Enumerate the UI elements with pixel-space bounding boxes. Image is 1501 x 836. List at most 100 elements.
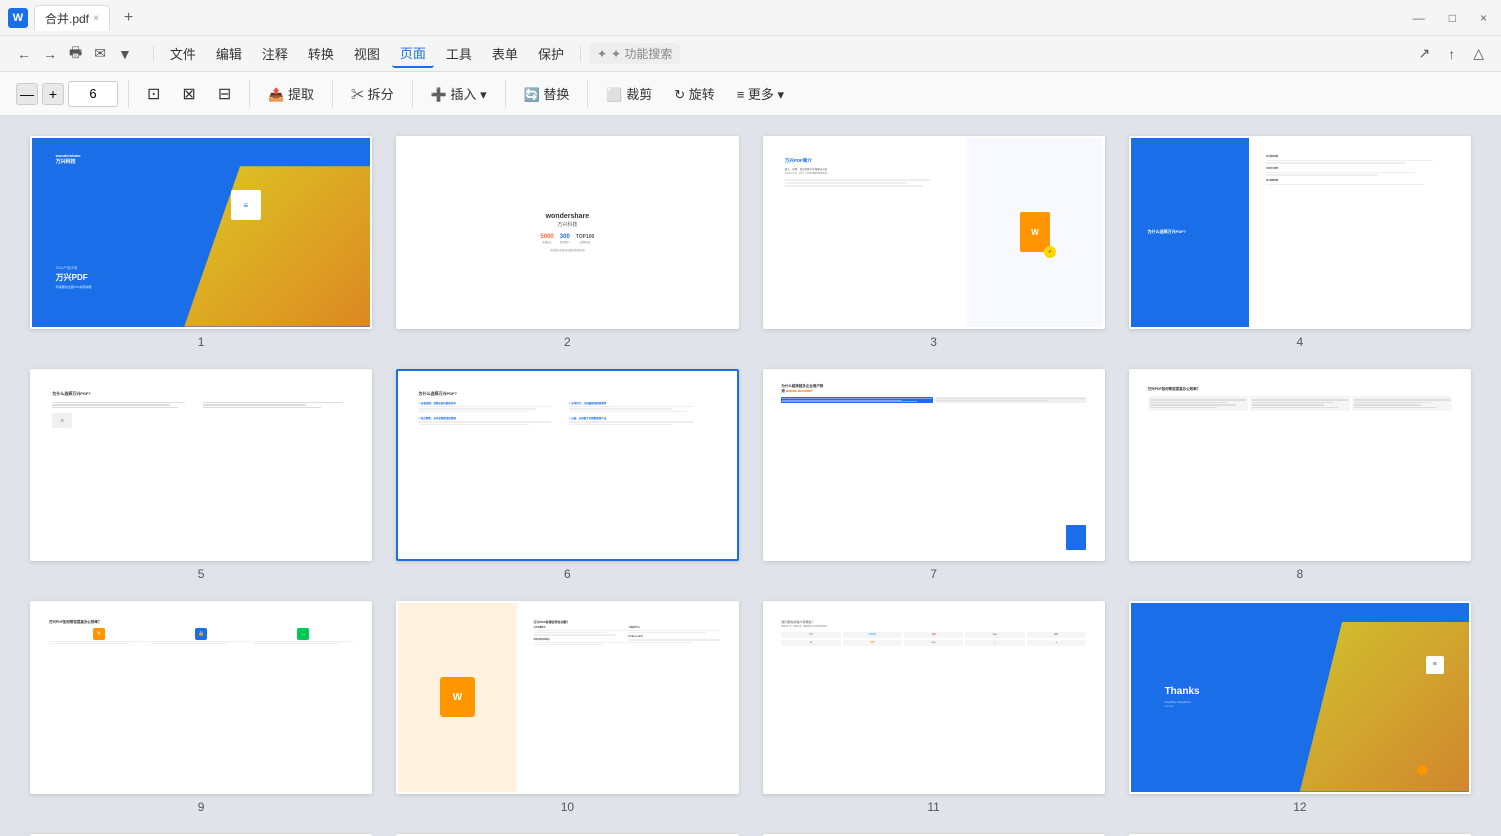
maximize-btn[interactable]: □ — [1443, 9, 1462, 27]
menu-bar: ← → 🖶 ✉ ▼ 文件 编辑 注释 转换 视图 页面 工具 表单 保护 ✦ ✦… — [0, 36, 1501, 72]
menu-edit[interactable]: 编辑 — [208, 40, 250, 67]
slide-6-content: 为什么选择万兴PDF? ✓ 安装快捷，流畅全面功能更多样 ✓ 支持护行，文档编辑… — [398, 371, 736, 560]
slide-3-content: 万兴PDF简介 强大、易用、真实的数字文档解决方案 专业PDF工具，让每一个文档… — [765, 138, 1103, 327]
title-bar-right: — □ × — [1407, 9, 1493, 27]
page-item-6[interactable]: 为什么选择万兴PDF? ✓ 安装快捷，流畅全面功能更多样 ✓ 支持护行，文档编辑… — [396, 369, 738, 582]
page-thumb-8[interactable]: 万兴PDF如何帮您提高办公效率？ — [1129, 369, 1471, 562]
page-item-10[interactable]: W 万兴PDF有哪些特色功能？ 文档流量优化 — [396, 601, 738, 814]
page-number-input[interactable] — [68, 81, 118, 107]
page-plus-btn[interactable]: + — [42, 83, 64, 105]
menu-tools[interactable]: 工具 — [438, 40, 480, 67]
menu-view[interactable]: 视图 — [346, 40, 388, 67]
menu-left-icons: ← → 🖶 ✉ ▼ — [12, 39, 137, 69]
menu-form[interactable]: 表单 — [484, 40, 526, 67]
title-bar-left: W 合并.pdf × + — [8, 5, 1407, 31]
split-btn[interactable]: ✂ 拆分 — [343, 81, 402, 106]
replace-btn[interactable]: 🔄 替换 — [516, 81, 578, 106]
page-thumb-12[interactable]: Thanks Goodbye Shepherd sbn.com ≡ — [1129, 601, 1471, 794]
page-minus-btn[interactable]: — — [16, 83, 38, 105]
cloud-btn[interactable]: △ — [1468, 42, 1489, 65]
page-item-12[interactable]: Thanks Goodbye Shepherd sbn.com ≡ 12 — [1129, 601, 1471, 814]
new-tab-btn[interactable]: + — [116, 5, 141, 31]
app-icon: W — [8, 8, 28, 28]
close-btn[interactable]: × — [1474, 9, 1493, 27]
page-item-2[interactable]: wondershare 万兴科技 5000全球员工 300百万用户 TOP100… — [396, 136, 738, 349]
minimize-btn[interactable]: — — [1407, 9, 1431, 27]
page-num-1: 1 — [198, 335, 205, 349]
menu-protect[interactable]: 保护 — [530, 40, 572, 67]
page-thumb-10[interactable]: W 万兴PDF有哪些特色功能？ 文档流量优化 — [396, 601, 738, 794]
extract-icon: ⊠ — [182, 84, 195, 104]
mail-btn[interactable]: ✉ — [89, 42, 111, 65]
page-item-3[interactable]: 万兴PDF简介 强大、易用、真实的数字文档解决方案 专业PDF工具，让每一个文档… — [763, 136, 1105, 349]
print-btn[interactable]: 🖶 — [64, 39, 87, 69]
func-search-label: ✦ 功能搜索 — [611, 45, 672, 62]
undo-btn[interactable]: ← — [12, 43, 36, 65]
page-thumb-2[interactable]: wondershare 万兴科技 5000全球员工 300百万用户 TOP100… — [396, 136, 738, 329]
extract-btn[interactable]: 📤 提取 — [260, 81, 322, 106]
menu-annotate[interactable]: 注释 — [254, 40, 296, 67]
upload-btn[interactable]: ↑ — [1443, 43, 1460, 65]
share-btn[interactable]: ↗ — [1413, 42, 1435, 65]
slide1-illus: ≡ — [184, 166, 370, 326]
slide-8-content: 万兴PDF如何帮您提高办公效率？ — [1131, 371, 1469, 560]
page-item-5[interactable]: 为什么选择万兴PDF? ≡ 5 — [30, 369, 372, 582]
insert-label: ➕ 插入 ▾ — [431, 84, 487, 103]
page-num-9: 9 — [198, 800, 205, 814]
page-thumb-11[interactable]: 我们服务的客户有哪些？ 覆盖多行业，领域企业，帮助更多企业实现高效协作 华为 中… — [763, 601, 1105, 794]
title-bar: W 合并.pdf × + — □ × — [0, 0, 1501, 36]
slide-11-content: 我们服务的客户有哪些？ 覆盖多行业，领域企业，帮助更多企业实现高效协作 华为 中… — [765, 603, 1103, 792]
split-label: ✂ 拆分 — [351, 84, 394, 103]
page-thumb-7[interactable]: 为什么越来越多企业用户移用 Adobe Acrobat? — [763, 369, 1105, 562]
toolbar-divider-4 — [412, 80, 413, 108]
delete-page-btn[interactable]: ⊟ — [210, 81, 239, 107]
slide-9-content: 万兴PDF如何帮您提高办公效率？ ✎ 🔒 — [32, 603, 370, 792]
tab-close-btn[interactable]: × — [93, 13, 99, 24]
pdf-tab[interactable]: 合并.pdf × — [34, 5, 110, 31]
rotate-label: ↻ 旋转 — [674, 84, 715, 103]
page-item-1[interactable]: wondershare万兴科技 2021产品手册 万兴PDF 你需要的全面PDF… — [30, 136, 372, 349]
page-thumb-5[interactable]: 为什么选择万兴PDF? ≡ — [30, 369, 372, 562]
page-thumb-4[interactable]: 为什么选择万兴PDF? 完全兼容功能 企业安全管理 安全保密功能 — [1129, 136, 1471, 329]
menu-page[interactable]: 页面 — [392, 39, 434, 68]
page-item-9[interactable]: 万兴PDF如何帮您提高办公效率？ ✎ 🔒 — [30, 601, 372, 814]
toolbar: — + ⊡ ⊠ ⊟ 📤 提取 ✂ 拆分 ➕ 插入 ▾ 🔄 替换 ⬜ 裁剪 ↻ 旋… — [0, 72, 1501, 116]
dropdown-btn[interactable]: ▼ — [113, 43, 137, 65]
page-item-7[interactable]: 为什么越来越多企业用户移用 Adobe Acrobat? — [763, 369, 1105, 582]
page-num-4: 4 — [1297, 335, 1304, 349]
page-nav: — + — [16, 81, 118, 107]
page-thumb-3[interactable]: 万兴PDF简介 强大、易用、真实的数字文档解决方案 专业PDF工具，让每一个文档… — [763, 136, 1105, 329]
menu-file[interactable]: 文件 — [162, 40, 204, 67]
page-num-7: 7 — [930, 567, 937, 581]
insert-page-btn[interactable]: ⊡ — [139, 81, 168, 107]
toolbar-divider-5 — [505, 80, 506, 108]
page-thumb-6[interactable]: 为什么选择万兴PDF? ✓ 安装快捷，流畅全面功能更多样 ✓ 支持护行，文档编辑… — [396, 369, 738, 562]
slide-1-content: wondershare万兴科技 2021产品手册 万兴PDF 你需要的全面PDF… — [32, 138, 370, 327]
page-thumb-9[interactable]: 万兴PDF如何帮您提高办公效率？ ✎ 🔒 — [30, 601, 372, 794]
page-num-8: 8 — [1297, 567, 1304, 581]
page-item-8[interactable]: 万兴PDF如何帮您提高办公效率？ — [1129, 369, 1471, 582]
page-num-10: 10 — [561, 800, 574, 814]
page-item-11[interactable]: 我们服务的客户有哪些？ 覆盖多行业，领域企业，帮助更多企业实现高效协作 华为 中… — [763, 601, 1105, 814]
toolbar-divider-3 — [332, 80, 333, 108]
insert-page-icon: ⊡ — [147, 84, 160, 104]
page-thumb-1[interactable]: wondershare万兴科技 2021产品手册 万兴PDF 你需要的全面PDF… — [30, 136, 372, 329]
page-num-12: 12 — [1293, 800, 1306, 814]
more-btn[interactable]: ≡ 更多 ▾ — [729, 81, 792, 106]
thanks-title: Thanks — [1165, 686, 1200, 697]
page-item-4[interactable]: 为什么选择万兴PDF? 完全兼容功能 企业安全管理 安全保密功能 — [1129, 136, 1471, 349]
thanks-sub1: Goodbye Shepherd — [1165, 700, 1200, 704]
page-num-6: 6 — [564, 567, 571, 581]
redo-btn[interactable]: → — [38, 43, 62, 65]
rotate-btn[interactable]: ↻ 旋转 — [666, 81, 723, 106]
replace-label: 🔄 替换 — [524, 84, 570, 103]
content-area[interactable]: wondershare万兴科技 2021产品手册 万兴PDF 你需要的全面PDF… — [0, 116, 1501, 836]
slide-7-content: 为什么越来越多企业用户移用 Adobe Acrobat? — [765, 371, 1103, 560]
page-num-2: 2 — [564, 335, 571, 349]
menu-convert[interactable]: 转换 — [300, 40, 342, 67]
crop-btn[interactable]: ⬜ 裁剪 — [598, 81, 660, 106]
insert-btn[interactable]: ➕ 插入 ▾ — [423, 81, 495, 106]
page-num-3: 3 — [930, 335, 937, 349]
extract-page-btn[interactable]: ⊠ — [174, 81, 203, 107]
func-search[interactable]: ✦ ✦ 功能搜索 — [589, 43, 680, 64]
